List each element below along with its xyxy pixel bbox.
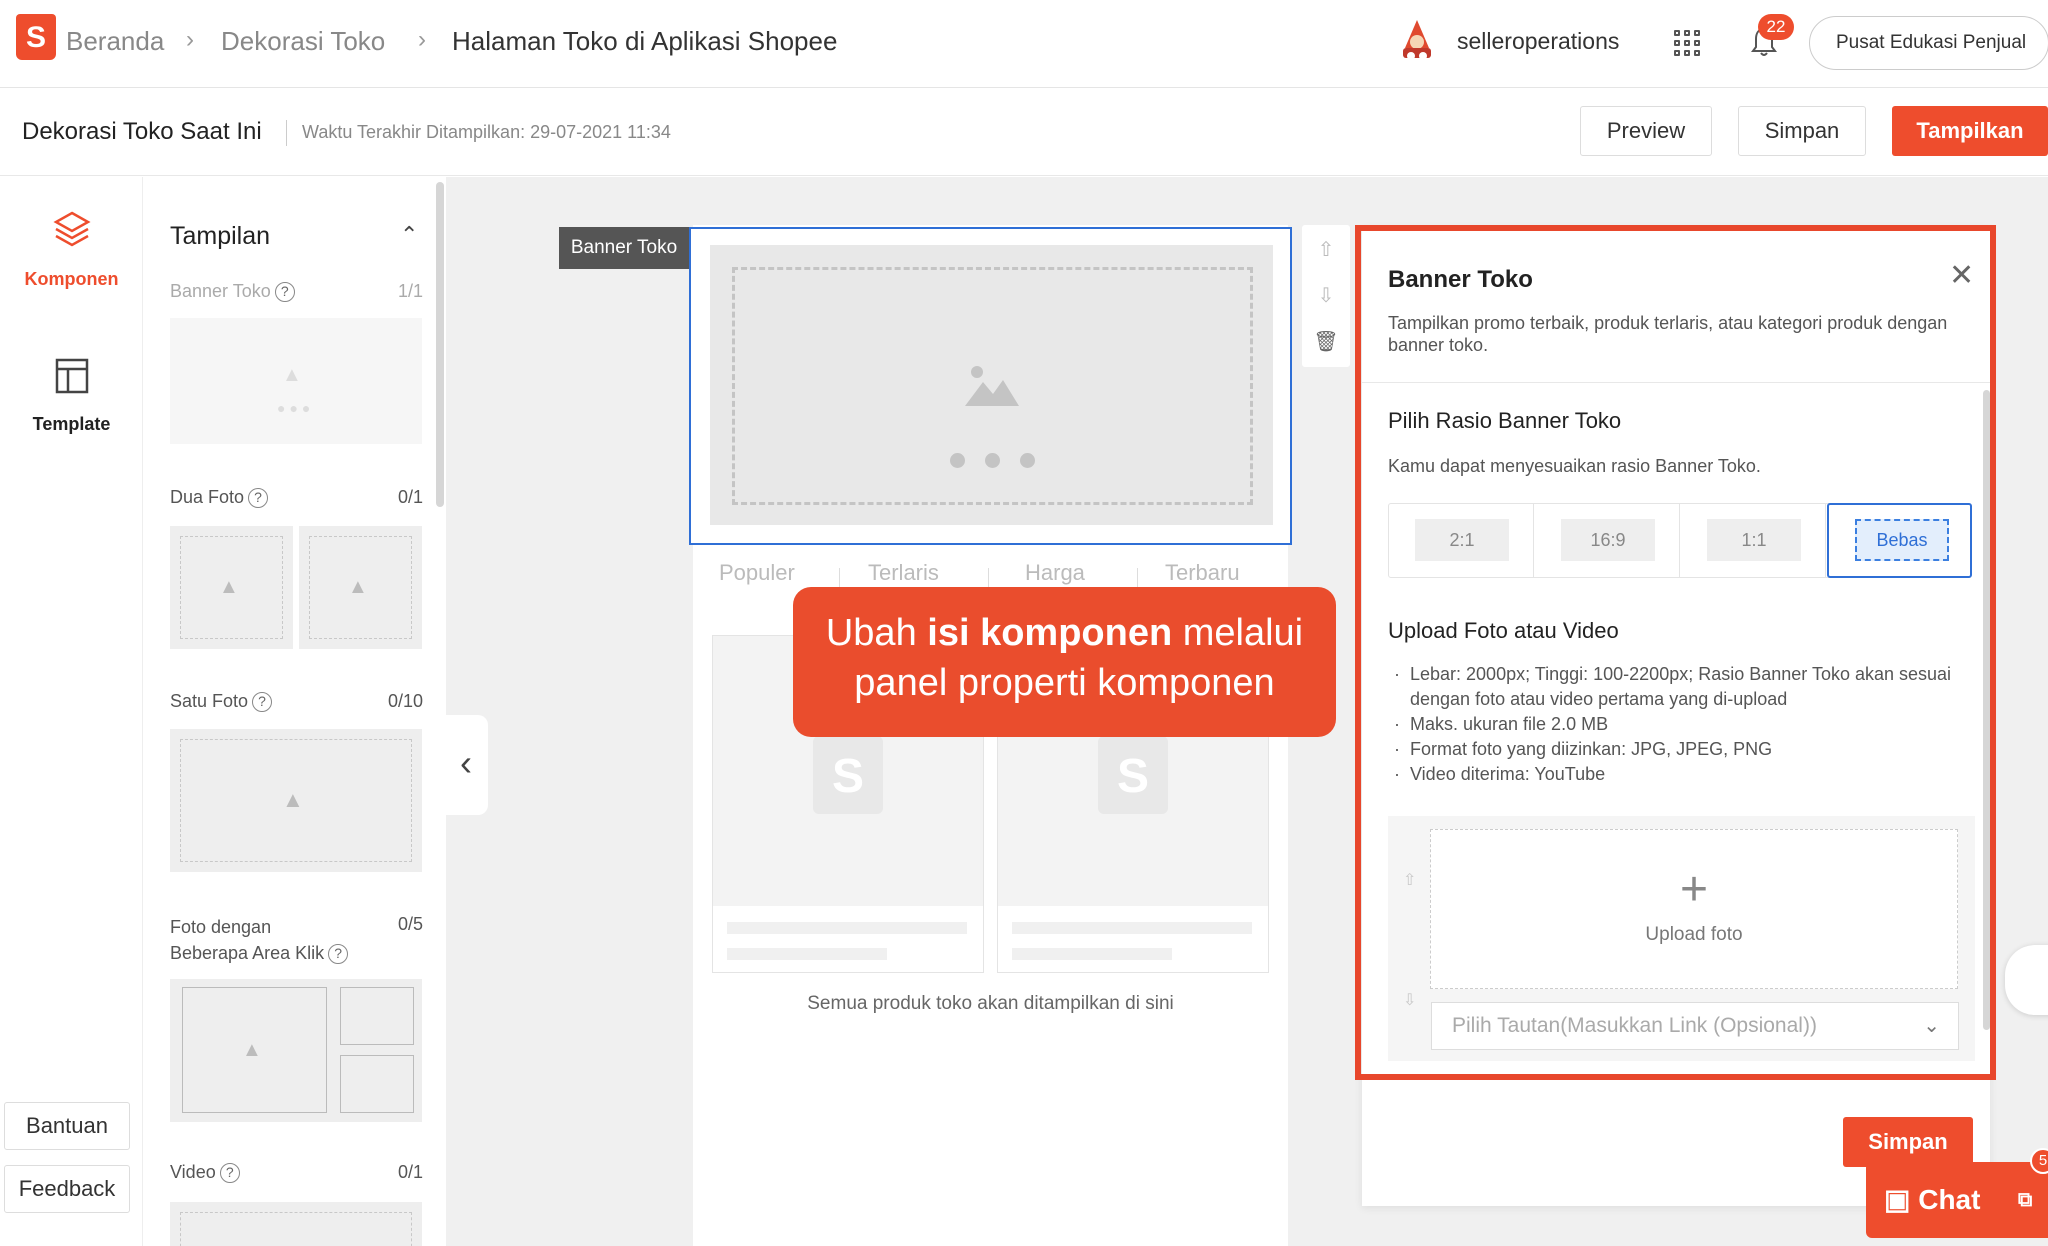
component-video-count: 0/1 [397, 1162, 423, 1182]
component-one-photo-thumbnail[interactable]: ▲ [170, 729, 422, 872]
popout-icon[interactable]: ⧉ [2018, 1162, 2032, 1238]
template-icon [55, 358, 88, 394]
panel-save-button[interactable]: Simpan [1843, 1117, 1973, 1167]
dots-icon [950, 453, 1040, 469]
shopee-logo-icon[interactable]: S [16, 14, 56, 60]
apps-grid-icon[interactable] [1674, 30, 1700, 56]
breadcrumb-shop-decoration[interactable]: Dekorasi Toko [221, 26, 385, 57]
component-two-photos-label: Dua Foto? [170, 487, 269, 509]
component-one-photo-count: 0/10 [387, 691, 423, 711]
last-shown-timestamp: Waktu Terakhir Ditampilkan: 29-07-2021 1… [302, 122, 671, 142]
notification-badge: 22 [1758, 14, 1794, 40]
section-title: Tampilan [170, 222, 271, 250]
help-circle-icon[interactable]: ? [248, 488, 269, 509]
breadcrumb-current: Halaman Toko di Aplikasi Shopee [452, 26, 838, 56]
nav-item-template[interactable]: Template [0, 357, 143, 435]
help-circle-icon[interactable]: ? [252, 692, 273, 713]
layers-icon [52, 211, 91, 247]
support-headset-icon[interactable] [2005, 945, 2048, 1015]
component-two-photos-thumbnail-left[interactable]: ▲ [170, 526, 293, 649]
chevron-right-icon: › [418, 26, 426, 53]
component-multi-click-label: Foto dengan Beberapa Area Klik? [170, 914, 350, 966]
trash-icon[interactable]: 🗑 [1302, 329, 1350, 354]
image-icon: ▲ [282, 364, 302, 386]
image-icon: ▲ [242, 1039, 262, 1061]
chevron-up-icon[interactable]: ⌃ [400, 222, 418, 248]
component-video-label: Video? [170, 1162, 240, 1184]
tab-populer[interactable]: Populer [719, 560, 795, 586]
component-banner-label: Banner Toko? [170, 281, 295, 303]
tab-harga[interactable]: Harga [1025, 560, 1085, 586]
component-toolbar: ⇧ ⇩ 🗑 [1302, 225, 1350, 367]
tab-terlaris[interactable]: Terlaris [868, 560, 939, 586]
shopee-bag-icon: S [1098, 736, 1168, 814]
all-products-note: Semua produk toko akan ditampilkan di si… [807, 993, 1174, 1014]
image-icon: ▲ [219, 576, 239, 598]
component-banner-thumbnail[interactable]: ▲ ●●● [170, 318, 422, 444]
image-icon: ▲ [282, 787, 304, 812]
component-one-photo-label: Satu Foto? [170, 691, 273, 713]
nav-item-template-label: Template [32, 414, 111, 434]
help-button[interactable]: Bantuan [4, 1102, 130, 1150]
save-button[interactable]: Simpan [1738, 106, 1866, 156]
divider [286, 120, 287, 146]
help-circle-icon[interactable]: ? [274, 282, 295, 303]
page-title: Dekorasi Toko Saat Ini [22, 118, 262, 145]
chat-icon: ▣ [1884, 1184, 1919, 1215]
component-banner-count: 1/1 [397, 281, 423, 301]
component-two-photos-count: 0/1 [397, 487, 423, 507]
component-multi-click-thumbnail[interactable]: ▲ [170, 979, 422, 1122]
publish-button[interactable]: Tampilkan [1892, 106, 2048, 156]
move-down-icon[interactable]: ⇩ [1302, 283, 1350, 308]
left-nav [0, 177, 143, 1246]
collapse-panel-chevron-left-icon[interactable]: ‹ [444, 715, 488, 815]
image-icon [965, 366, 1019, 406]
component-video-thumbnail[interactable] [170, 1202, 422, 1246]
chat-button[interactable]: ▣ Chat ⧉ [1866, 1162, 2048, 1238]
feedback-button[interactable]: Feedback [4, 1165, 130, 1213]
seller-education-button[interactable]: Pusat Edukasi Penjual [1809, 16, 2048, 70]
chevron-right-icon: › [186, 26, 194, 53]
tutorial-callout: Ubah isi komponen melalui panel properti… [793, 587, 1336, 737]
help-circle-icon[interactable]: ? [328, 944, 349, 965]
username[interactable]: selleroperations [1457, 28, 1619, 55]
image-icon: ▲ [348, 576, 368, 598]
banner-tag: Banner Toko [559, 227, 689, 269]
dots-icon: ●●● [277, 400, 315, 416]
shopee-bag-icon: S [813, 736, 883, 814]
tab-terbaru[interactable]: Terbaru [1165, 560, 1240, 586]
component-two-photos-thumbnail-right[interactable]: ▲ [299, 526, 422, 649]
breadcrumb-home[interactable]: Beranda [66, 26, 164, 57]
nav-item-components-label: Komponen [24, 269, 119, 289]
component-multi-click-count: 0/5 [397, 914, 423, 934]
move-up-icon[interactable]: ⇧ [1302, 237, 1350, 262]
help-circle-icon[interactable]: ? [219, 1163, 240, 1184]
avatar[interactable] [1395, 18, 1439, 62]
preview-button[interactable]: Preview [1580, 106, 1712, 156]
nav-item-components[interactable]: Komponen [0, 210, 143, 290]
component-list-scrollbar[interactable] [436, 182, 444, 507]
panel-highlight-frame [1355, 225, 1996, 1080]
